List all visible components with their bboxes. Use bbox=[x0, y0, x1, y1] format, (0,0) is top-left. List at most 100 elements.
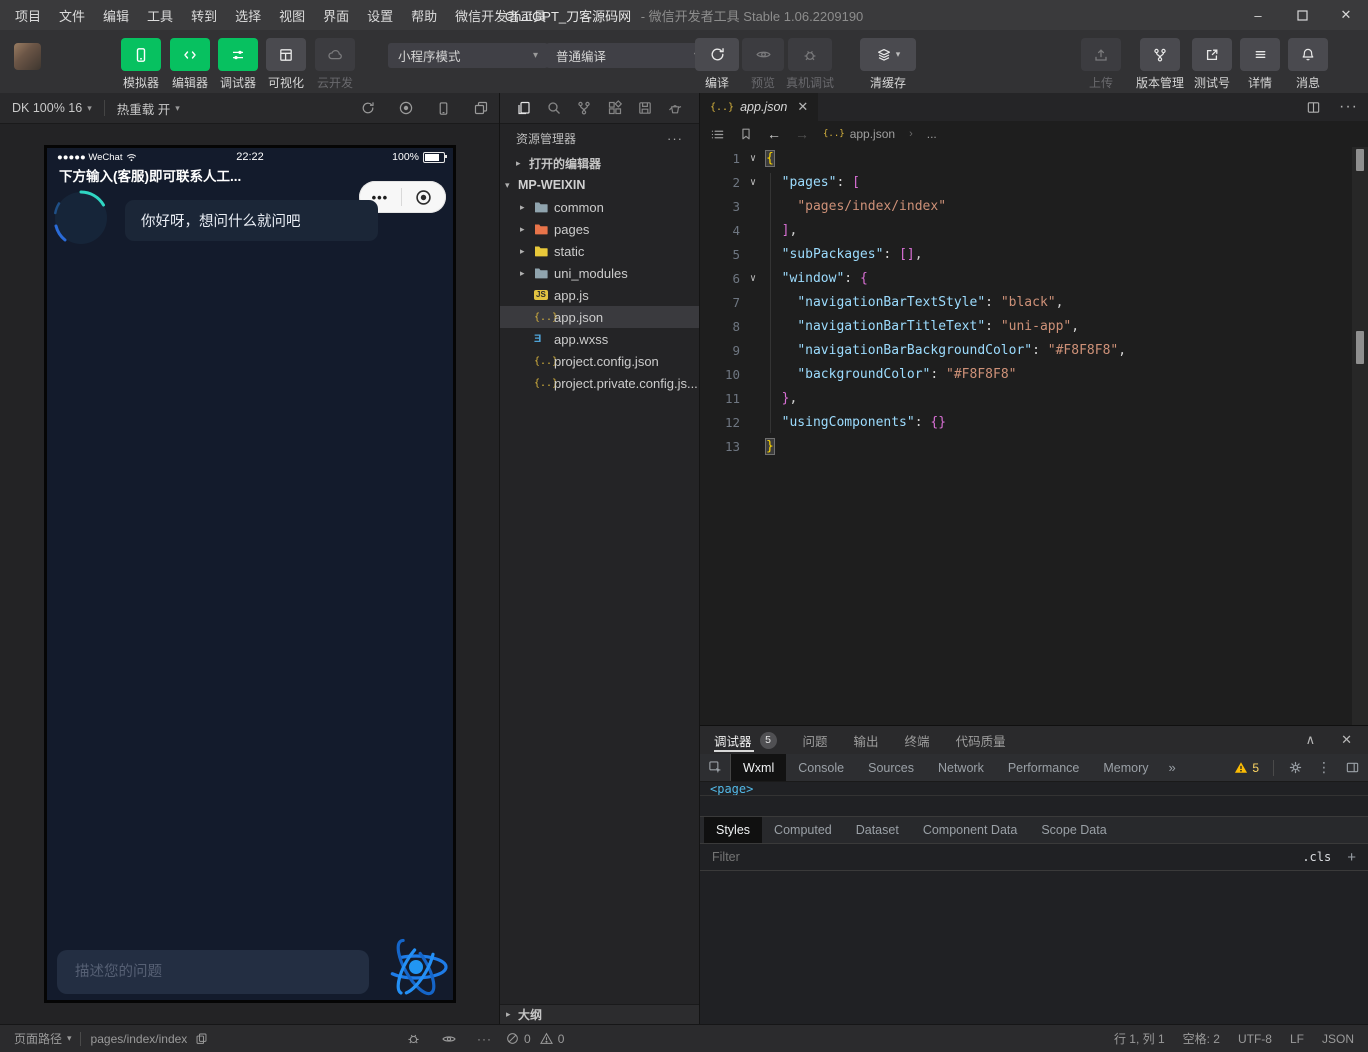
visibility-eye-icon[interactable] bbox=[441, 1031, 457, 1047]
cls-toggle[interactable]: .cls bbox=[1302, 850, 1331, 864]
teapot-icon[interactable] bbox=[667, 100, 683, 116]
debugger-toggle-button[interactable]: 调试器 bbox=[214, 38, 262, 91]
more-actions-icon[interactable]: ··· bbox=[667, 131, 683, 146]
devtools-tab[interactable]: Sources bbox=[856, 754, 926, 781]
devtools-tab[interactable]: Wxml bbox=[731, 754, 786, 781]
tree-item[interactable]: Ǝapp.wxss bbox=[500, 328, 699, 350]
styles-tab[interactable]: Component Data bbox=[911, 817, 1030, 843]
simulator-toggle-button[interactable]: 模拟器 bbox=[117, 38, 165, 91]
panel-tab[interactable]: 输出 bbox=[854, 726, 879, 754]
menu-item[interactable]: 工具 bbox=[138, 6, 182, 25]
encoding[interactable]: UTF-8 bbox=[1238, 1032, 1272, 1046]
menu-item[interactable]: 帮助 bbox=[402, 6, 446, 25]
copy-path-icon[interactable] bbox=[195, 1032, 208, 1045]
cloud-dev-button[interactable]: 云开发 bbox=[311, 38, 359, 91]
device-select[interactable]: DK 100% 16 ▾ bbox=[0, 101, 104, 115]
preview-button[interactable]: 预览 bbox=[740, 38, 786, 91]
editor-scrollbar[interactable] bbox=[1352, 147, 1368, 725]
menu-item[interactable]: 选择 bbox=[226, 6, 270, 25]
open-editors-section[interactable]: ▸ 打开的编辑器 bbox=[500, 152, 699, 174]
messages-button[interactable]: 消息 bbox=[1280, 38, 1336, 91]
vconsole-bug-icon[interactable] bbox=[406, 1031, 421, 1046]
back-arrow-icon[interactable]: ← bbox=[767, 126, 781, 142]
tree-item[interactable]: ▸common bbox=[500, 196, 699, 218]
tree-item[interactable]: ▸static bbox=[500, 240, 699, 262]
maximize-button[interactable] bbox=[1280, 0, 1324, 30]
compile-select[interactable]: 普通编译 ▾ bbox=[546, 43, 709, 68]
multi-window-icon[interactable] bbox=[473, 100, 489, 116]
panel-tab[interactable]: 代码质量 bbox=[956, 726, 1006, 754]
close-panel-icon[interactable]: ✕ bbox=[1341, 732, 1352, 748]
menu-item[interactable]: 界面 bbox=[314, 6, 358, 25]
more-tabs-icon[interactable]: » bbox=[1161, 760, 1184, 775]
extensions-icon[interactable] bbox=[607, 100, 623, 116]
close-button[interactable]: ✕ bbox=[1324, 0, 1368, 30]
devtools-tab[interactable]: Performance bbox=[996, 754, 1092, 781]
collapse-panel-icon[interactable]: ∧ bbox=[1306, 732, 1316, 748]
forward-arrow-icon[interactable]: → bbox=[795, 126, 809, 142]
breadcrumb-more[interactable]: ... bbox=[927, 127, 937, 141]
breadcrumb-file[interactable]: {..} app.json bbox=[823, 127, 895, 141]
tree-item[interactable]: {..}project.config.json bbox=[500, 350, 699, 372]
tree-item[interactable]: {..}app.json bbox=[500, 306, 699, 328]
exit-target-icon[interactable] bbox=[414, 188, 433, 207]
devtools-tab[interactable]: Network bbox=[926, 754, 996, 781]
warnings-indicator[interactable]: 5 bbox=[1234, 761, 1259, 775]
kebab-menu-icon[interactable]: ⋮ bbox=[1317, 759, 1331, 776]
menu-item[interactable]: 文件 bbox=[50, 6, 94, 25]
record-icon[interactable] bbox=[398, 100, 414, 116]
chat-input[interactable] bbox=[57, 950, 369, 994]
user-avatar[interactable] bbox=[14, 43, 41, 70]
rotate-icon[interactable] bbox=[360, 100, 376, 116]
clear-cache-button[interactable]: ▾ 清缓存 bbox=[858, 38, 918, 91]
eol[interactable]: LF bbox=[1290, 1032, 1304, 1046]
panel-tab[interactable]: 终端 bbox=[905, 726, 930, 754]
menu-item[interactable]: 视图 bbox=[270, 6, 314, 25]
settings-gear-icon[interactable] bbox=[1288, 760, 1303, 775]
outline-section[interactable]: ▸ 大纲 bbox=[500, 1004, 699, 1024]
search-icon[interactable] bbox=[546, 100, 562, 116]
bookmark-icon[interactable] bbox=[739, 127, 753, 141]
page-path-label[interactable]: 页面路径 bbox=[14, 1030, 62, 1047]
cursor-position[interactable]: 行 1, 列 1 bbox=[1114, 1030, 1165, 1047]
problems-summary[interactable]: 0 0 bbox=[500, 1025, 700, 1052]
wxml-tree-fragment[interactable]: <page> bbox=[700, 782, 1368, 796]
language-mode[interactable]: JSON bbox=[1322, 1032, 1354, 1046]
devtools-tab[interactable]: Memory bbox=[1091, 754, 1160, 781]
indentation[interactable]: 空格: 2 bbox=[1183, 1030, 1220, 1047]
files-icon[interactable] bbox=[516, 100, 532, 116]
panel-tab[interactable]: 问题 bbox=[803, 726, 828, 754]
menu-item[interactable]: 编辑 bbox=[94, 6, 138, 25]
mode-select[interactable]: 小程序模式 ▾ bbox=[388, 43, 548, 68]
tree-item[interactable]: JSapp.js bbox=[500, 284, 699, 306]
atom-logo-icon[interactable] bbox=[379, 930, 453, 1004]
dock-side-icon[interactable] bbox=[1345, 760, 1360, 775]
menu-item[interactable]: 转到 bbox=[182, 6, 226, 25]
tree-item[interactable]: ▸uni_modules bbox=[500, 262, 699, 284]
styles-tab[interactable]: Computed bbox=[762, 817, 844, 843]
visualize-toggle-button[interactable]: 可视化 bbox=[262, 38, 310, 91]
device-frame-icon[interactable] bbox=[436, 101, 451, 116]
tree-item[interactable]: {..}project.private.config.js... bbox=[500, 372, 699, 394]
styles-tab[interactable]: Scope Data bbox=[1029, 817, 1118, 843]
filter-input[interactable] bbox=[700, 849, 1302, 865]
code-editor[interactable]: 1∨{2∨ "pages": [3 "pages/index/index"4 ]… bbox=[700, 147, 1352, 725]
styles-tab[interactable]: Dataset bbox=[844, 817, 911, 843]
close-tab-icon[interactable]: ✕ bbox=[797, 99, 808, 115]
source-control-icon[interactable] bbox=[576, 100, 592, 116]
devtools-tab[interactable]: Console bbox=[786, 754, 856, 781]
styles-tab[interactable]: Styles bbox=[704, 817, 762, 843]
more-actions-icon[interactable]: ··· bbox=[1339, 98, 1358, 116]
remote-debug-button[interactable]: 真机调试 bbox=[782, 38, 838, 91]
tab-app-json[interactable]: {..} app.json ✕ bbox=[700, 93, 818, 121]
menu-item[interactable]: 设置 bbox=[358, 6, 402, 25]
upload-button[interactable]: 上传 bbox=[1073, 38, 1129, 91]
add-style-icon[interactable]: + bbox=[1347, 849, 1356, 866]
version-control-button[interactable]: 版本管理 bbox=[1132, 38, 1188, 91]
compile-button[interactable]: 编译 bbox=[694, 38, 740, 91]
tree-item[interactable]: ▸pages bbox=[500, 218, 699, 240]
split-editor-icon[interactable] bbox=[1306, 100, 1321, 115]
outline-list-icon[interactable] bbox=[710, 127, 725, 142]
ellipsis-icon[interactable]: ··· bbox=[477, 1032, 492, 1046]
menu-item[interactable]: 项目 bbox=[6, 6, 50, 25]
